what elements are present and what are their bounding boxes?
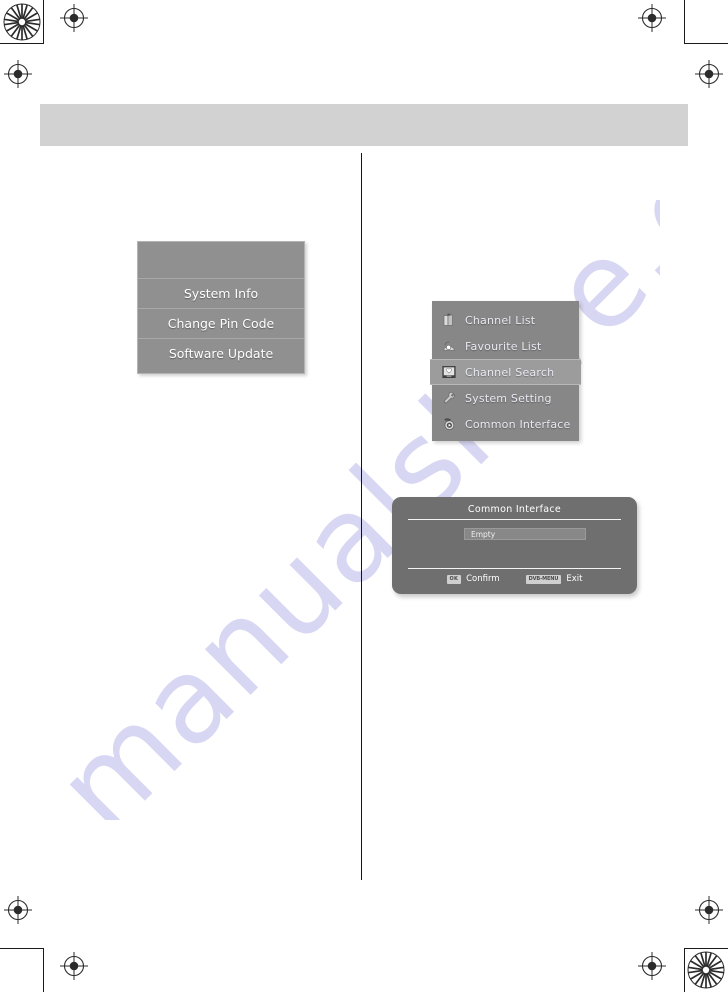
crosshair-registration-mark-left-top: [3, 59, 33, 89]
osd-main-menu: Channel List Favourite List Channel Sear…: [430, 301, 581, 441]
osd-action-exit-label: Exit: [566, 574, 583, 584]
page-header-band: [40, 104, 688, 146]
osd-ci-slot-value: Empty: [471, 529, 496, 539]
osd-ci-slot-row[interactable]: Empty: [464, 528, 586, 540]
osd-submenu-item-system-info[interactable]: System Info: [138, 279, 304, 309]
osd-common-interface-dialog: Common Interface Empty OK Confirm DVB-ME…: [392, 497, 637, 594]
channel-search-icon: [441, 364, 457, 380]
osd-menu-item-common-interface[interactable]: Common Interface: [432, 411, 579, 437]
crosshair-registration-mark-bottom-left-inner: [59, 951, 89, 981]
crop-mark-bottom-left-vertical: [43, 948, 44, 992]
osd-dialog-title: Common Interface: [467, 504, 562, 515]
star-registration-target-bottom-right: [687, 951, 725, 989]
crop-mark-top-left-vertical: [43, 0, 44, 44]
osd-menu-label-channel-search: Channel Search: [465, 365, 555, 379]
ok-key-cap: OK: [446, 574, 462, 584]
crop-mark-bottom-right-horizontal: [684, 948, 728, 949]
manual-page: manualshive.com System Info Change Pin C…: [0, 0, 728, 992]
column-divider: [361, 153, 362, 880]
osd-dialog-footer: OK Confirm DVB-MENU Exit: [408, 569, 621, 584]
osd-action-confirm[interactable]: OK Confirm: [446, 574, 500, 584]
crop-mark-top-right-horizontal: [684, 43, 728, 44]
osd-dialog-body: Empty: [408, 520, 621, 568]
system-setting-icon: [441, 390, 457, 406]
crop-mark-bottom-right-vertical: [684, 948, 685, 992]
osd-dialog-footer-rule: [408, 568, 621, 569]
osd-action-exit[interactable]: DVB-MENU Exit: [525, 574, 583, 584]
osd-menu-item-channel-search[interactable]: Channel Search: [430, 359, 581, 385]
osd-submenu-item-change-pin-code[interactable]: Change Pin Code: [138, 309, 304, 339]
crosshair-registration-mark-bottom-right-inner: [637, 951, 667, 981]
channel-list-icon: [441, 312, 457, 328]
crosshair-registration-mark-top-left-inner: [59, 3, 89, 33]
osd-system-setting-submenu: System Info Change Pin Code Software Upd…: [137, 241, 305, 374]
osd-action-confirm-label: Confirm: [466, 574, 500, 584]
osd-menu-item-channel-list[interactable]: Channel List: [432, 307, 579, 333]
osd-menu-label-common-interface: Common Interface: [465, 417, 571, 431]
crop-mark-bottom-left-horizontal: [0, 948, 44, 949]
crosshair-registration-mark-top-right-inner: [637, 3, 667, 33]
crop-mark-top-right-vertical: [684, 0, 685, 44]
crop-mark-top-left-horizontal: [0, 43, 44, 44]
osd-menu-label-system-setting: System Setting: [465, 391, 552, 405]
common-interface-icon: [441, 416, 457, 432]
favourite-list-icon: [441, 338, 457, 354]
star-registration-target-top-left: [3, 3, 41, 41]
osd-dialog-title-rule: [408, 519, 621, 520]
osd-menu-item-favourite-list[interactable]: Favourite List: [432, 333, 579, 359]
osd-menu-item-system-setting[interactable]: System Setting: [432, 385, 579, 411]
osd-submenu-item-software-update[interactable]: Software Update: [138, 339, 304, 369]
osd-submenu-blank-row: [138, 242, 304, 279]
crosshair-registration-mark-left-bottom: [3, 895, 33, 925]
crosshair-registration-mark-right-top: [694, 59, 724, 89]
crosshair-registration-mark-right-bottom: [694, 895, 724, 925]
osd-menu-label-favourite-list: Favourite List: [465, 339, 542, 353]
osd-menu-label-channel-list: Channel List: [465, 313, 536, 327]
dvb-menu-key-cap: DVB-MENU: [525, 574, 562, 584]
